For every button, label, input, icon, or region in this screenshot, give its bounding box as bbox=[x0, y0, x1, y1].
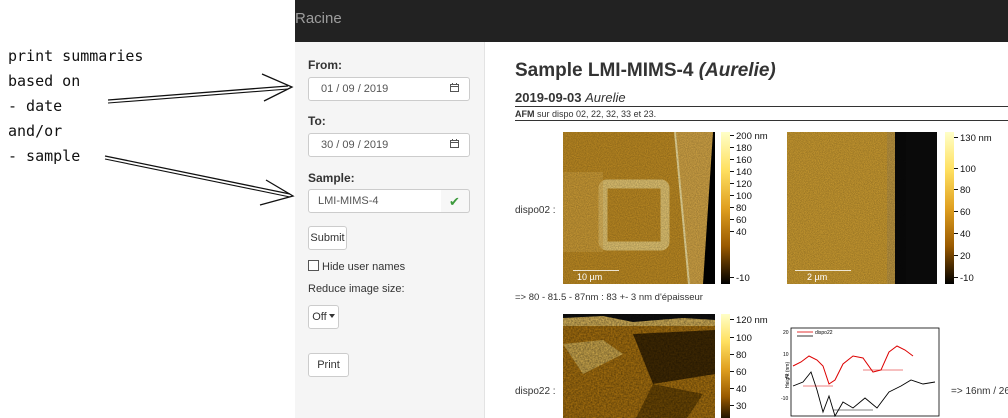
scale-bar-label: 10 µm bbox=[577, 272, 603, 282]
hide-user-names-row[interactable]: Hide user names bbox=[308, 260, 405, 273]
hide-user-names-checkbox[interactable] bbox=[308, 260, 319, 271]
row-label-dispo22: dispo22 : bbox=[515, 386, 556, 397]
reduce-image-size-label: Reduce image size: bbox=[308, 283, 405, 295]
afm-image-dispo02: 10 µm bbox=[563, 132, 715, 284]
dispo22-result: => 16nm / 26n bbox=[951, 386, 1008, 397]
from-label: From: bbox=[308, 58, 342, 72]
racine-app: Racine From: 01 / 09 / 2019 To: 30 / 09 … bbox=[295, 0, 1008, 418]
afm-text: sur dispo 02, 22, 32, 33 et 23. bbox=[534, 109, 657, 119]
calendar-icon[interactable] bbox=[450, 139, 459, 148]
plot-ytick: 20 bbox=[783, 330, 789, 336]
plot-ytick: -10 bbox=[781, 396, 788, 402]
row-label-dispo02: dispo02 : bbox=[515, 205, 556, 216]
plot-ytick: 0 bbox=[785, 374, 788, 380]
print-button[interactable]: Print bbox=[308, 353, 349, 377]
page-title: Sample LMI-MIMS-4 (Aurelie) bbox=[515, 60, 776, 81]
reduce-size-value: Off bbox=[312, 311, 327, 323]
sample-valid-addon: ✔ bbox=[441, 189, 470, 213]
afm-image-dispo02-zoom: 2 µm bbox=[787, 132, 937, 284]
reduce-size-dropdown[interactable]: Off bbox=[308, 305, 339, 329]
to-label: To: bbox=[308, 114, 326, 128]
colorbar-dispo02-zoom bbox=[945, 132, 954, 284]
afm-description: AFM sur dispo 02, 22, 32, 33 et 23. bbox=[515, 109, 1008, 121]
handwritten-annotation: print summaries based on - date and/or -… bbox=[0, 0, 295, 418]
calendar-icon[interactable] bbox=[450, 83, 459, 92]
entry-header: 2019-09-03 Aurelie bbox=[515, 90, 1008, 107]
scale-bar-label: 2 µm bbox=[807, 272, 828, 282]
entry-author: Aurelie bbox=[585, 90, 626, 105]
colorbar-ticks-dispo22: 120 nm 100 80 60 40 30 bbox=[730, 314, 774, 418]
summary-content: Sample LMI-MIMS-4 (Aurelie) 2019-09-03 A… bbox=[515, 42, 1008, 418]
checkmark-icon: ✔ bbox=[449, 194, 460, 209]
navbar: Racine bbox=[295, 0, 1008, 42]
scale-bar bbox=[573, 270, 619, 271]
entry-date: 2019-09-03 bbox=[515, 90, 582, 105]
from-date-value: 01 / 09 / 2019 bbox=[321, 83, 389, 95]
to-date-value: 30 / 09 / 2019 bbox=[321, 139, 389, 151]
hide-user-names-label: Hide user names bbox=[322, 261, 406, 273]
plot-ytick: 10 bbox=[783, 352, 789, 358]
navbar-brand[interactable]: Racine bbox=[295, 10, 342, 27]
annotation-arrows bbox=[104, 73, 295, 206]
title-author: (Aurelie) bbox=[698, 60, 776, 81]
height-profile-plot: Height (nm) 20 10 0 -10 dispo22 bbox=[773, 326, 941, 418]
thickness-measurement: => 80 - 81.5 - 87nm : 83 +- 3 nm d'épais… bbox=[515, 292, 703, 303]
colorbar-ticks-dispo02-zoom: 130 nm 100 80 60 40 20 -10 bbox=[954, 132, 1008, 284]
colorbar-dispo22 bbox=[721, 314, 730, 418]
sample-input[interactable]: LMI-MIMS-4 bbox=[308, 189, 442, 213]
from-date-input[interactable]: 01 / 09 / 2019 bbox=[308, 77, 470, 101]
sample-label: Sample: bbox=[308, 171, 355, 185]
sample-value: LMI-MIMS-4 bbox=[318, 195, 379, 207]
afm-keyword: AFM bbox=[515, 109, 535, 119]
colorbar-ticks-dispo02: 200 nm 180 160 140 120 100 80 60 40 -10 bbox=[730, 132, 774, 284]
colorbar-dispo02 bbox=[721, 132, 730, 284]
filter-sidebar: From: 01 / 09 / 2019 To: 30 / 09 / 2019 … bbox=[295, 42, 485, 418]
plot-legend: dispo22 bbox=[815, 330, 833, 336]
caret-down-icon bbox=[328, 314, 335, 318]
to-date-input[interactable]: 30 / 09 / 2019 bbox=[308, 133, 470, 157]
afm-image-dispo22 bbox=[563, 314, 715, 418]
submit-button[interactable]: Submit bbox=[308, 226, 347, 250]
scale-bar bbox=[795, 270, 851, 271]
